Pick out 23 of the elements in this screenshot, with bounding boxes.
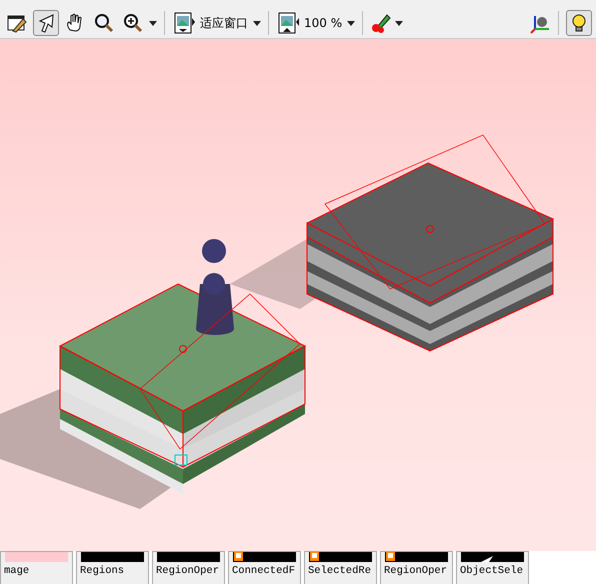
paint-color-icon[interactable] [370, 12, 392, 34]
object-thumbnail[interactable]: RegionOper [152, 551, 225, 584]
object-thumbnail[interactable]: ObjectSele [456, 551, 529, 584]
object-thumbnail[interactable]: SelectedRe [304, 551, 377, 584]
zoom-dropdown[interactable]: 100 % [276, 10, 344, 36]
zoom-in-icon [123, 13, 143, 33]
search-icon [94, 13, 114, 33]
caret-icon [395, 20, 404, 26]
light-bulb-icon [570, 13, 588, 33]
image-scale-icon [278, 12, 300, 34]
caret-icon [149, 20, 157, 26]
object-thumbnail[interactable]: RegionOper [380, 551, 453, 584]
object-thumbnail[interactable]: ConnectedF [228, 551, 301, 584]
pointer-icon [37, 13, 55, 33]
fit-image-icon [174, 12, 196, 34]
object-thumbnail[interactable]: Regions [76, 551, 149, 584]
toolbar-button[interactable] [33, 10, 59, 36]
lighting-toggle[interactable] [566, 10, 592, 36]
fit-dropdown[interactable]: 适应窗口 [172, 10, 250, 36]
caret-icon [347, 20, 356, 26]
caret-icon [253, 20, 261, 26]
object-thumbnail[interactable]: mage [0, 551, 73, 584]
edit-window-icon [7, 13, 27, 33]
